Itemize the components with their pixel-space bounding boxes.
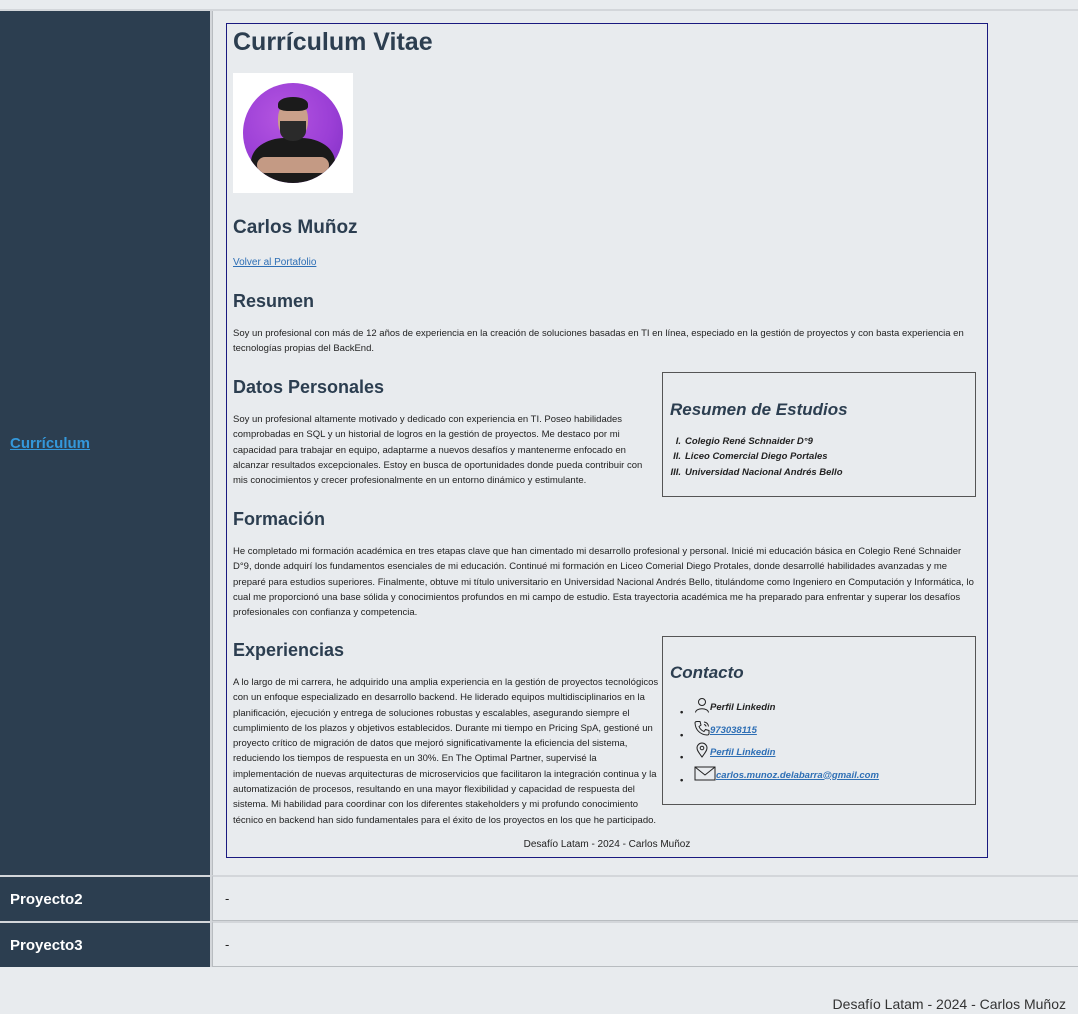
contacto-heading: Contacto <box>670 663 744 682</box>
user-icon <box>695 698 709 713</box>
formacion-heading: Formación <box>233 509 326 529</box>
bullet-icon: • <box>680 729 684 741</box>
cv-footer: Desafío Latam - 2024 - Carlos Muñoz <box>523 839 691 850</box>
estudios-list: I. Colegio René Schnaider D°9 II. Liceo Co… <box>657 434 843 480</box>
location-pin-icon <box>696 742 708 758</box>
resumen-estudios-box: Resumen de Estudios I. Colegio René Schna… <box>662 372 976 497</box>
experiencias-text: A lo largo de mi carrera, he adquirido u… <box>233 677 659 826</box>
mail-icon <box>694 766 716 780</box>
bullet-icon: • <box>680 707 684 718</box>
contact-item-location: • Perfil Linkedin <box>680 742 879 765</box>
photo-hair <box>278 97 308 111</box>
contacto-list: • Perfil Linkedin • 973038115 • Perfil L… <box>680 697 879 787</box>
bullet-icon: • <box>680 752 684 763</box>
person-name: Carlos Muñoz <box>233 217 358 238</box>
profile-photo <box>233 73 353 193</box>
estudios-item: III. Universidad Nacional Andrés Bello <box>670 466 843 478</box>
estudios-item: I. Colegio René Schnaider D°9 <box>675 436 813 447</box>
resumen-text: Soy un profesional con más de 12 años de… <box>233 328 964 355</box>
proyecto2-content: - <box>212 875 1078 921</box>
datos-personales-text: Soy un profesional altamente motivado y … <box>233 414 643 487</box>
bullet-icon: • <box>680 774 684 786</box>
top-border <box>0 0 1078 11</box>
sidebar-cell-curriculum: Currículum <box>0 11 212 875</box>
contact-item-phone: • 973038115 <box>680 720 879 743</box>
cv-frame: Currículum Vitae Carlos Muñoz Volver al … <box>226 23 988 858</box>
page-title: Currículum Vitae <box>233 28 433 56</box>
linkedin-link[interactable]: Perfil Linkedin <box>710 747 775 758</box>
contact-item-linkedin: • Perfil Linkedin <box>680 697 879 720</box>
photo-beard <box>280 121 306 141</box>
back-to-portfolio-link[interactable]: Volver al Portafolio <box>233 257 316 268</box>
resumen-heading: Resumen <box>233 291 315 311</box>
page-footer: Desafío Latam - 2024 - Carlos Muñoz <box>832 996 1066 1012</box>
email-link[interactable]: carlos.munoz.delabarra@gmail.com <box>716 770 879 781</box>
estudios-item: II. Liceo Comercial Diego Portales <box>673 451 828 463</box>
phone-link[interactable]: 973038115 <box>710 725 757 736</box>
phone-icon <box>694 720 710 736</box>
photo-background <box>243 83 343 183</box>
sidebar-item-proyecto2: Proyecto2 <box>0 875 212 921</box>
sidebar-item-proyecto3: Proyecto3 <box>0 921 212 967</box>
datos-personales-heading: Datos Personales <box>233 377 385 397</box>
sidebar-link-curriculum[interactable]: Currículum <box>10 435 90 452</box>
experiencias-heading: Experiencias <box>233 640 345 660</box>
photo-arms <box>257 157 329 173</box>
formacion-text: He completado mi formación académica en … <box>233 546 974 619</box>
proyecto3-content: - <box>212 921 1078 967</box>
resumen-estudios-heading: Resumen de Estudios <box>670 400 848 419</box>
contact-item-email: • carlos.munoz.delabarra@gmail.com <box>680 765 879 788</box>
contacto-box: Contacto • Perfil Linkedin • 973038115 •… <box>662 636 976 805</box>
